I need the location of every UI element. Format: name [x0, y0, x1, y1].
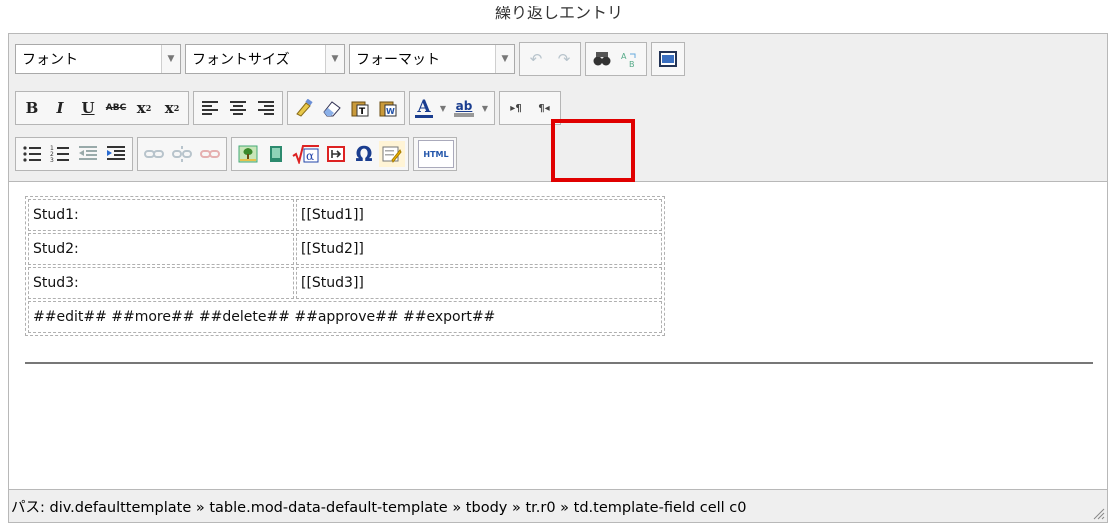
anchor-icon[interactable] [197, 141, 223, 167]
paste-word-icon[interactable]: W [375, 95, 401, 121]
template-value-cell[interactable]: [[Stud1]] [296, 199, 662, 231]
link-group [137, 137, 227, 171]
find-icon[interactable] [589, 46, 615, 72]
toolbar-row-3: 123 α Ω HTML [15, 137, 461, 171]
editor-content[interactable]: Stud1: [[Stud1]] Stud2: [[Stud2]] Stud3:… [9, 182, 1107, 488]
ltr-button[interactable]: ▸¶ [503, 95, 529, 121]
media-icon[interactable] [263, 141, 289, 167]
outdent-icon[interactable] [75, 141, 101, 167]
text-color-label: A [417, 96, 431, 117]
color-group: A ▼ ab ▼ [409, 91, 495, 125]
cleanup-icon[interactable] [291, 95, 317, 121]
html-group: HTML [413, 137, 457, 171]
align-center-icon[interactable] [225, 95, 251, 121]
text-style-group: B I U ABC x2 x2 [15, 91, 189, 125]
special-char-icon[interactable]: Ω [351, 141, 377, 167]
svg-text:B: B [629, 60, 635, 68]
highlight-box [551, 119, 635, 182]
indent-icon[interactable] [103, 141, 129, 167]
html-editor: フォント ▼ フォントサイズ ▼ フォーマット ▼ ↶ ↷ AB B I U A… [8, 33, 1108, 523]
bg-color-swatch [454, 113, 474, 117]
chevron-down-icon: ▼ [325, 45, 344, 73]
underline-button[interactable]: U [75, 95, 101, 121]
rtl-button[interactable]: ¶◂ [531, 95, 557, 121]
find-group: AB [585, 42, 647, 76]
subscript-button[interactable]: x2 [131, 95, 157, 121]
status-path-label: パス: div.defaulttemplate » table.mod-data… [11, 499, 747, 516]
undo-redo-group: ↶ ↷ [519, 42, 581, 76]
link-icon[interactable] [141, 141, 167, 167]
template-field-cell[interactable]: Stud1: [28, 199, 294, 231]
svg-text:α: α [306, 149, 314, 163]
table-row: ##edit## ##more## ##delete## ##approve##… [28, 301, 662, 333]
bg-color-button[interactable]: ab [451, 95, 477, 121]
superscript-button[interactable]: x2 [159, 95, 185, 121]
fontsize-select-label: フォントサイズ [192, 52, 290, 68]
template-value-cell[interactable]: [[Stud3]] [296, 267, 662, 299]
unlink-icon[interactable] [169, 141, 195, 167]
svg-text:T: T [359, 107, 366, 117]
list-group: 123 [15, 137, 133, 171]
bold-button[interactable]: B [19, 95, 45, 121]
chevron-down-icon: ▼ [495, 45, 514, 73]
strike-button[interactable]: ABC [103, 95, 129, 121]
horizontal-rule [25, 362, 1093, 364]
format-select-label: フォーマット [356, 52, 440, 68]
ordered-list-icon[interactable]: 123 [47, 141, 73, 167]
format-select[interactable]: フォーマット ▼ [349, 44, 515, 74]
svg-text:W: W [386, 107, 395, 116]
align-group [193, 91, 283, 125]
page-title: 繰り返しエントリ [494, 6, 623, 22]
image-icon[interactable] [235, 141, 261, 167]
font-select-label: フォント [22, 52, 78, 68]
eraser-icon[interactable] [319, 95, 345, 121]
superscript-label: x [164, 99, 174, 117]
chevron-down-icon[interactable]: ▼ [479, 95, 491, 121]
fullscreen-icon[interactable] [655, 46, 681, 72]
status-path: パス: div.defaulttemplate » table.mod-data… [9, 489, 1107, 522]
text-color-swatch [415, 114, 433, 118]
table-row: Stud2: [[Stud2]] [28, 233, 662, 265]
fontsize-select[interactable]: フォントサイズ ▼ [185, 44, 345, 74]
text-color-button[interactable]: A [413, 95, 435, 121]
editor-toolbar: フォント ▼ フォントサイズ ▼ フォーマット ▼ ↶ ↷ AB B I U A… [9, 34, 1107, 182]
clipboard-group: T W [287, 91, 405, 125]
table-row: Stud1: [[Stud1]] [28, 199, 662, 231]
nonbreaking-icon[interactable] [323, 141, 349, 167]
template-field-cell[interactable]: Stud2: [28, 233, 294, 265]
paste-text-icon[interactable]: T [347, 95, 373, 121]
fullscreen-group [651, 42, 685, 76]
align-right-icon[interactable] [253, 95, 279, 121]
template-actions-cell[interactable]: ##edit## ##more## ##delete## ##approve##… [28, 301, 662, 333]
html-source-button[interactable]: HTML [418, 140, 454, 168]
undo-icon[interactable]: ↶ [523, 46, 549, 72]
bg-color-label: ab [455, 99, 473, 113]
toolbar-row-1: フォント ▼ フォントサイズ ▼ フォーマット ▼ ↶ ↷ AB [15, 42, 689, 76]
svg-text:A: A [621, 52, 627, 61]
template-field-cell[interactable]: Stud3: [28, 267, 294, 299]
font-select[interactable]: フォント ▼ [15, 44, 181, 74]
template-table: Stud1: [[Stud1]] Stud2: [[Stud2]] Stud3:… [25, 196, 665, 336]
template-value-cell[interactable]: [[Stud2]] [296, 233, 662, 265]
chevron-down-icon: ▼ [161, 45, 180, 73]
toolbar-row-2: B I U ABC x2 x2 T W A ▼ ab ▼ ▸¶ ¶◂ [15, 91, 565, 125]
redo-icon[interactable]: ↷ [551, 46, 577, 72]
table-row: Stud3: [[Stud3]] [28, 267, 662, 299]
subscript-label: x [136, 99, 146, 117]
align-left-icon[interactable] [197, 95, 223, 121]
insert-group: α Ω [231, 137, 409, 171]
unordered-list-icon[interactable] [19, 141, 45, 167]
italic-button[interactable]: I [47, 95, 73, 121]
svg-text:3: 3 [50, 157, 54, 163]
chevron-down-icon[interactable]: ▼ [437, 95, 449, 121]
resize-grip-icon[interactable] [1091, 506, 1105, 520]
math-icon[interactable]: α [291, 141, 321, 167]
replace-icon[interactable]: AB [617, 46, 643, 72]
insert-field-icon[interactable] [379, 141, 405, 167]
